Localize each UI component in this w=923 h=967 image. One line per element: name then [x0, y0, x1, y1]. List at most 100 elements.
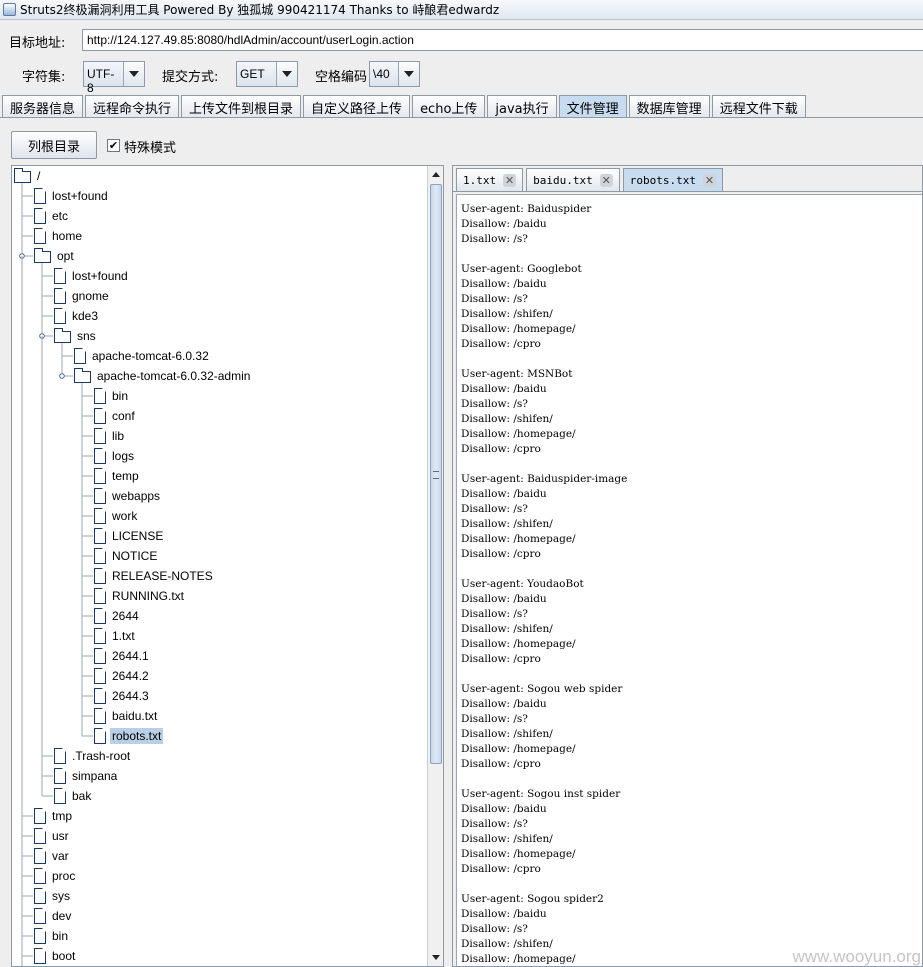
list-root-button[interactable]: 列根目录 [11, 131, 97, 159]
tree-node-label: bin [112, 389, 129, 403]
tree-node[interactable]: 2644.1 [94, 646, 151, 666]
file-icon [34, 868, 46, 884]
tree-node[interactable]: dev [34, 906, 73, 926]
close-icon[interactable]: ✕ [702, 174, 716, 187]
space-encoding-select[interactable]: \40 [369, 61, 420, 87]
tree-node[interactable]: proc [34, 866, 77, 886]
tab-5[interactable]: java执行 [487, 95, 557, 118]
file-icon [34, 828, 46, 844]
tree-node-label: sns [77, 329, 96, 343]
tree-node-label: lost+found [52, 189, 108, 203]
tree-node-label: opt [57, 249, 74, 263]
tree-node[interactable]: gnome [54, 286, 111, 306]
tree-node[interactable]: bak [54, 786, 93, 806]
tab-4[interactable]: echo上传 [412, 95, 486, 118]
tab-2[interactable]: 上传文件到根目录 [181, 95, 302, 118]
tree-node[interactable]: temp [94, 466, 141, 486]
tree-node[interactable]: sys [34, 886, 72, 906]
tree-node-label: robots.txt [110, 728, 164, 744]
file-tab-label: robots.txt [629, 174, 696, 187]
tree-node[interactable]: .Trash-root [54, 746, 132, 766]
chevron-down-icon[interactable] [277, 62, 297, 86]
tree-node[interactable]: apache-tomcat-6.0.32 [74, 346, 211, 366]
tree-node[interactable]: conf [94, 406, 137, 426]
tree-node[interactable]: tmp [34, 806, 74, 826]
file-icon [34, 228, 46, 244]
file-icon [94, 428, 106, 444]
tree-node[interactable]: work [94, 506, 139, 526]
tree-node[interactable]: RUNNING.txt [94, 586, 186, 606]
special-mode-checkbox[interactable]: ✔ [107, 139, 120, 152]
tree-node[interactable]: sns [54, 326, 98, 346]
tree-node[interactable]: bin [94, 386, 130, 406]
charset-select[interactable]: UTF-8 [83, 61, 145, 95]
file-icon [54, 308, 66, 324]
tree-node[interactable]: usr [34, 826, 71, 846]
file-tab-1[interactable]: baidu.txt ✕ [526, 168, 620, 192]
file-tab-0[interactable]: 1.txt ✕ [456, 168, 524, 192]
method-select[interactable]: GET [236, 61, 298, 87]
java-app-icon [3, 3, 16, 16]
tree-node-label: simpana [72, 769, 118, 783]
tree-node[interactable]: opt [34, 246, 76, 266]
tree-node[interactable]: logs [94, 446, 136, 466]
tree-node[interactable]: etc [34, 206, 70, 226]
tree-node[interactable]: LICENSE [94, 526, 165, 546]
target-url-input[interactable] [82, 29, 923, 51]
tree-node-label: var [52, 849, 69, 863]
close-icon[interactable]: ✕ [599, 174, 613, 187]
file-viewer: 1.txt ✕ baidu.txt ✕ robots.txt ✕ User-agent: … [452, 165, 923, 967]
file-icon [54, 288, 66, 304]
tree-node[interactable]: simpana [54, 766, 119, 786]
tree-scrollbar[interactable] [427, 166, 443, 966]
scroll-down-icon[interactable] [429, 950, 443, 965]
tree-node[interactable]: boot [34, 946, 77, 966]
tree-node-label: .Trash-root [72, 749, 131, 763]
tree-node[interactable]: lib [94, 426, 126, 446]
tree-node-label: kde3 [72, 309, 99, 323]
tree-node[interactable]: var [34, 846, 71, 866]
tree-node[interactable]: webapps [94, 486, 162, 506]
folder-icon [14, 168, 31, 183]
scroll-up-icon[interactable] [429, 167, 443, 182]
tree-node[interactable]: 2644.2 [94, 666, 151, 686]
tree-node[interactable]: robots.txt [94, 726, 164, 746]
tree-node[interactable]: lost+found [34, 186, 110, 206]
target-url-label: 目标地址: [9, 36, 66, 51]
close-icon[interactable]: ✕ [503, 174, 517, 187]
file-icon [54, 748, 66, 764]
tree-node[interactable]: kde3 [54, 306, 100, 326]
tab-0[interactable]: 服务器信息 [2, 95, 84, 118]
file-icon [34, 188, 46, 204]
tree-node[interactable]: lost+found [54, 266, 130, 286]
file-icon [94, 468, 106, 484]
tree-node[interactable]: 2644 [94, 606, 141, 626]
method-value: GET [237, 62, 277, 86]
tree-node[interactable]: NOTICE [94, 546, 159, 566]
tree-node-label: 2644.3 [112, 689, 149, 703]
tab-1[interactable]: 远程命令执行 [85, 95, 180, 118]
tree-node[interactable]: home [34, 226, 84, 246]
file-icon [34, 928, 46, 944]
tab-8[interactable]: 远程文件下载 [711, 95, 806, 118]
tab-3[interactable]: 自定义路径上传 [303, 95, 411, 118]
tree-node[interactable]: / [14, 166, 42, 186]
tree-node[interactable]: bin [34, 926, 70, 946]
tree-node[interactable]: RELEASE-NOTES [94, 566, 215, 586]
tree-node[interactable]: apache-tomcat-6.0.32-admin [74, 366, 252, 386]
file-icon [94, 708, 106, 724]
file-content-area[interactable]: User-agent: Baiduspider Disallow: /baidu… [456, 194, 922, 966]
file-tab-2[interactable]: robots.txt ✕ [622, 168, 723, 192]
tree-node[interactable]: 2644.3 [94, 686, 151, 706]
tree-node-label: / [37, 169, 41, 183]
file-icon [94, 688, 106, 704]
tab-7[interactable]: 数据库管理 [628, 95, 710, 118]
tree-node[interactable]: 1.txt [94, 626, 137, 646]
chevron-down-icon[interactable] [124, 62, 144, 86]
chevron-down-icon[interactable] [399, 62, 419, 86]
scroll-thumb[interactable] [430, 184, 442, 764]
tab-6[interactable]: 文件管理 [558, 95, 627, 118]
tree-node-label: conf [112, 409, 135, 423]
tree-node[interactable]: baidu.txt [94, 706, 159, 726]
window-title: Struts2终极漏洞利用工具 Powered By 独孤城 990421174… [20, 3, 500, 17]
